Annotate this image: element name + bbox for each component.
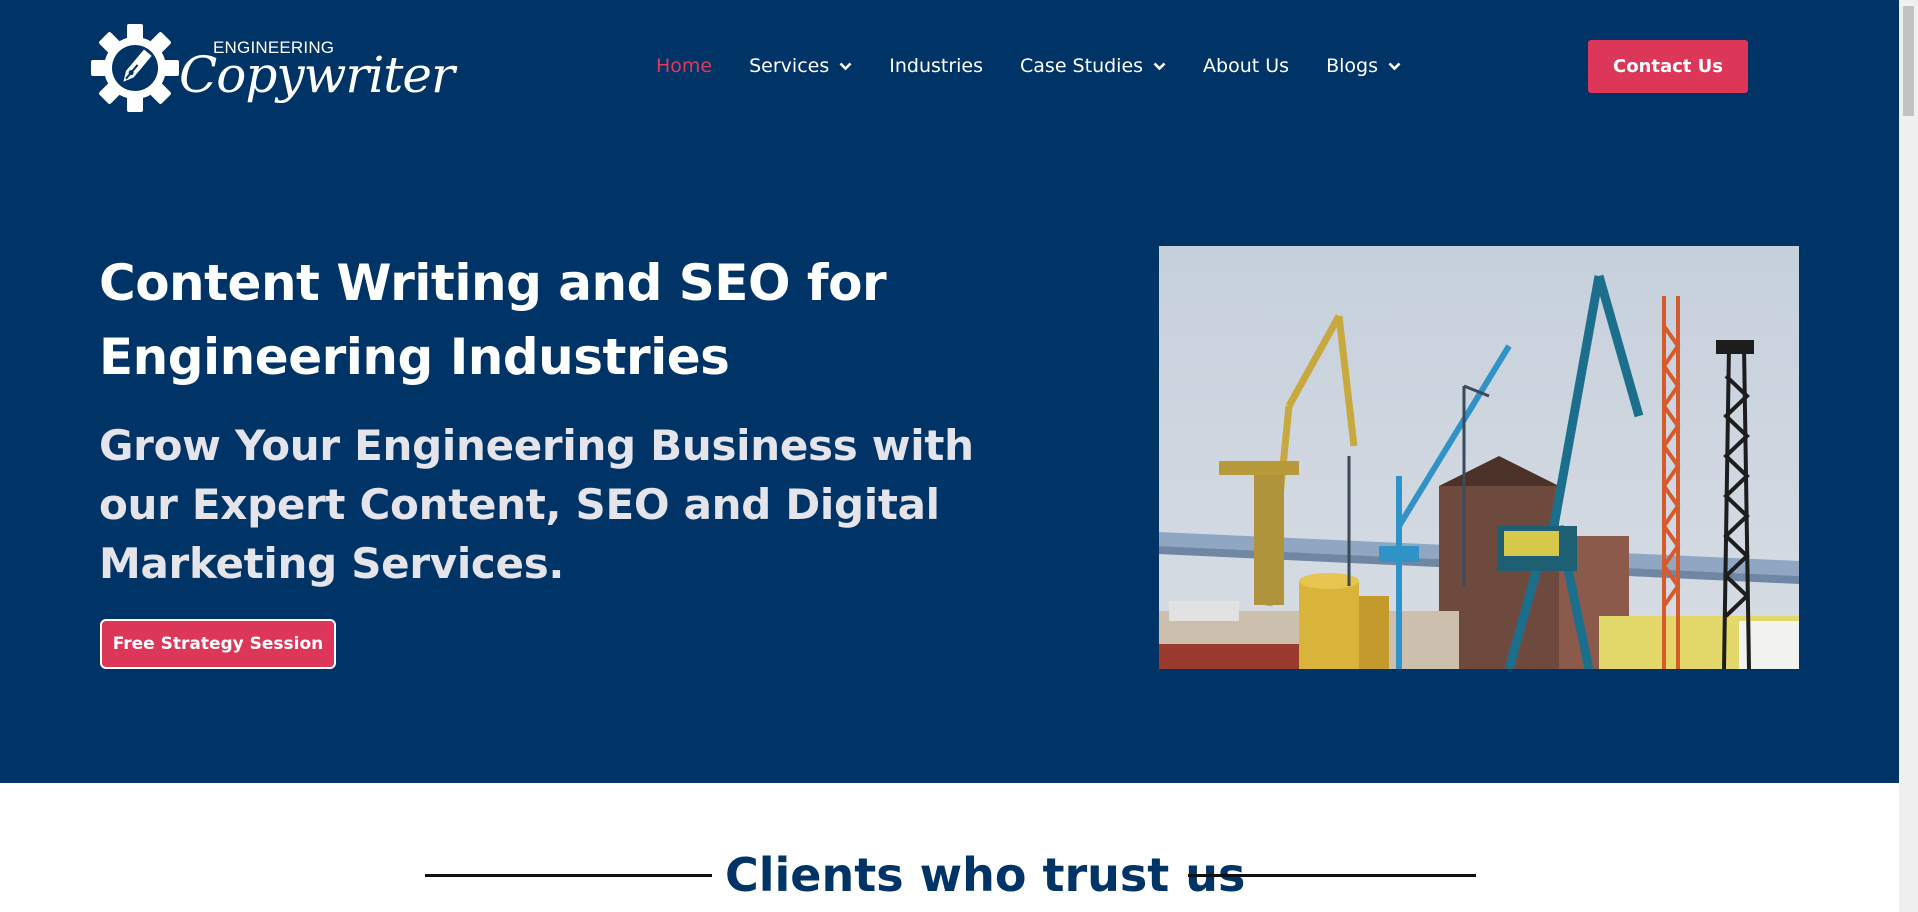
nav-item-label: Case Studies <box>1020 55 1144 77</box>
chevron-down-icon <box>1388 62 1401 70</box>
nav-item-services[interactable]: Services <box>749 55 852 77</box>
nav-item-label: Home <box>656 55 713 77</box>
clients-section-title: Clients who trust us <box>725 848 1246 902</box>
nav-item-case-studies[interactable]: Case Studies <box>1020 55 1166 77</box>
nav-item-label: Industries <box>889 55 984 77</box>
contact-us-button[interactable]: Contact Us <box>1588 40 1748 93</box>
nav-item-home[interactable]: Home <box>656 55 712 77</box>
divider-line-right <box>1188 874 1476 877</box>
nav-item-label: About Us <box>1203 55 1290 77</box>
nav-item-blogs[interactable]: Blogs <box>1326 55 1401 77</box>
gear-pen-icon <box>91 24 179 112</box>
chevron-down-icon <box>839 62 852 70</box>
nav-item-label: Services <box>749 55 830 77</box>
nav-item-industries[interactable]: Industries <box>889 55 983 77</box>
nav-item-about-us[interactable]: About Us <box>1203 55 1289 77</box>
scrollbar-thumb[interactable] <box>1903 6 1914 116</box>
site-logo[interactable]: ENGINEERING Copywriter <box>91 24 455 112</box>
page: ENGINEERING Copywriter Home Services Ind… <box>0 0 1899 912</box>
divider-line-left <box>425 874 712 877</box>
page-scrollbar[interactable] <box>1899 0 1918 912</box>
hero-section: ENGINEERING Copywriter Home Services Ind… <box>0 0 1899 783</box>
hero-subtitle: Grow Your Engineering Business with our … <box>99 421 974 588</box>
hero-image <box>1159 246 1799 669</box>
free-strategy-session-button[interactable]: Free Strategy Session <box>100 619 336 669</box>
nav-item-label: Blogs <box>1326 55 1378 77</box>
main-nav: Home Services Industries Case Studies Ab… <box>656 52 1438 80</box>
logo-main-text: Copywriter <box>179 46 455 104</box>
hero-title: Content Writing and SEO for Engineering … <box>99 254 887 386</box>
chevron-down-icon <box>1153 62 1166 70</box>
